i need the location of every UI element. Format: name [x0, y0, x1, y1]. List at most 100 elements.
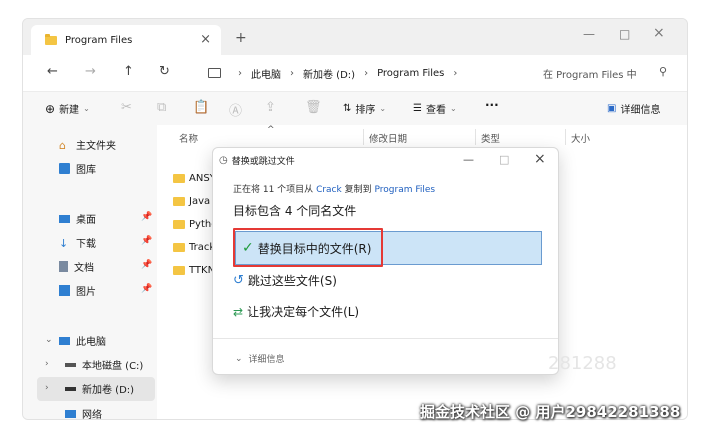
dialog-maximize-button[interactable]: □: [499, 153, 509, 166]
clock-icon: ◷: [219, 155, 228, 166]
pin-icon: 📌: [141, 260, 153, 270]
pictures-icon: [59, 285, 70, 296]
new-button[interactable]: ⊕ 新建 ⌄: [45, 101, 90, 117]
more-details-toggle[interactable]: ⌄ 详细信息: [235, 352, 285, 366]
sort-icon: ⇅: [343, 103, 352, 114]
details-pane-icon: ▣: [607, 103, 617, 114]
breadcrumb-this-pc[interactable]: 此电脑: [251, 66, 281, 81]
folder-icon: [45, 33, 57, 45]
gallery-icon: [59, 163, 70, 174]
search-input[interactable]: 在 Program Files 中 ⚲: [543, 63, 673, 83]
search-placeholder: 在 Program Files 中: [543, 69, 637, 81]
view-icon: ☰: [413, 103, 422, 114]
share-icon[interactable]: ⇪: [265, 100, 276, 115]
breadcrumb: › 此电脑 › 新加卷 (D:) › Program Files ›: [208, 66, 466, 81]
document-icon: [59, 261, 68, 272]
chevron-down-icon[interactable]: ⌄: [45, 335, 53, 345]
column-name[interactable]: 名称: [179, 131, 198, 145]
decide-each-file-option[interactable]: ⇄ 让我决定每个文件(L): [233, 303, 359, 320]
new-tab-button[interactable]: +: [235, 30, 247, 46]
up-button[interactable]: ↑: [123, 64, 134, 79]
pin-icon: 📌: [141, 212, 153, 222]
refresh-button[interactable]: ↻: [159, 64, 170, 79]
home-icon: ⌂: [59, 139, 66, 152]
pin-icon: 📌: [141, 236, 153, 246]
chevron-down-icon: ⌄: [235, 353, 243, 364]
sidebar-item-documents[interactable]: 文档: [59, 259, 94, 274]
title-bar: Program Files × + — □ ×: [23, 19, 687, 55]
source-folder-link[interactable]: Crack: [316, 185, 342, 195]
sidebar-item-drive-c[interactable]: 本地磁盘 (C:): [65, 357, 143, 372]
dialog-heading: 目标包含 4 个同名文件: [233, 204, 357, 218]
breadcrumb-program-files[interactable]: Program Files: [377, 68, 444, 79]
dialog-title-bar: ◷ 替换或跳过文件: [219, 154, 295, 167]
dialog-minimize-button[interactable]: —: [463, 153, 474, 166]
minimize-button[interactable]: —: [583, 27, 595, 41]
tab-close-icon[interactable]: ×: [200, 32, 211, 47]
sort-button[interactable]: ⇅ 排序 ⌄: [343, 101, 386, 116]
sidebar-item-gallery[interactable]: 图库: [59, 161, 96, 176]
sidebar-item-drive-d[interactable]: 新加卷 (D:): [65, 381, 134, 396]
chevron-right-icon[interactable]: ›: [45, 383, 49, 393]
sort-caret-icon: ^: [267, 125, 275, 135]
ghost-text: 281288: [548, 353, 617, 374]
rename-icon[interactable]: Ⓐ: [229, 100, 242, 119]
chevron-down-icon: ⌄: [449, 104, 457, 113]
drive-icon: [65, 386, 76, 391]
folder-icon: [173, 266, 185, 275]
folder-icon: [173, 220, 185, 229]
download-icon: ↓: [59, 237, 69, 250]
folder-icon: [173, 243, 185, 252]
file-row[interactable]: TTKN: [173, 265, 215, 276]
dialog-close-button[interactable]: ×: [534, 151, 546, 167]
column-modified[interactable]: 修改日期: [369, 131, 407, 145]
view-button[interactable]: ☰ 查看 ⌄: [413, 101, 457, 116]
address-bar: ← → ↑ ↻ › 此电脑 › 新加卷 (D:) › Program Files…: [23, 55, 687, 91]
skip-arrow-icon: ↺: [233, 273, 244, 288]
network-icon: [65, 409, 76, 418]
copy-status-text: 正在将 11 个项目从 Crack 复制到 Program Files: [233, 185, 436, 195]
column-size[interactable]: 大小: [571, 131, 590, 145]
close-window-button[interactable]: ×: [653, 25, 665, 41]
command-bar: ⊕ 新建 ⌄ ✂ ⧉ 📋 Ⓐ ⇪ 🗑 ⇅ 排序 ⌄ ☰ 查看 ⌄ ··· ▣ 详…: [23, 91, 687, 127]
pin-icon: 📌: [141, 284, 153, 294]
tab-title: Program Files: [65, 34, 133, 46]
chevron-down-icon: ⌄: [83, 104, 90, 113]
computer-icon: [59, 336, 70, 345]
tab-program-files[interactable]: Program Files ×: [31, 25, 221, 55]
details-pane-button[interactable]: ▣ 详细信息: [607, 101, 660, 116]
sidebar-item-home[interactable]: ⌂ 主文件夹: [59, 137, 116, 152]
folder-icon: [173, 174, 185, 183]
chevron-right-icon[interactable]: ›: [45, 359, 49, 369]
maximize-button[interactable]: □: [619, 27, 630, 41]
monitor-icon: [208, 67, 221, 78]
paste-icon[interactable]: 📋: [193, 100, 209, 115]
search-icon: ⚲: [658, 65, 667, 78]
drive-icon: [65, 362, 76, 367]
cut-icon[interactable]: ✂: [121, 100, 132, 115]
skip-files-option[interactable]: ↺ 跳过这些文件(S): [233, 272, 337, 289]
column-type[interactable]: 类型: [481, 131, 500, 145]
sidebar-item-pictures[interactable]: 图片: [59, 283, 96, 298]
file-row[interactable]: Java: [173, 196, 210, 207]
sidebar-item-desktop[interactable]: 桌面: [59, 211, 96, 226]
sidebar-item-downloads[interactable]: ↓ 下载: [59, 235, 96, 250]
desktop-icon: [59, 214, 70, 223]
chevron-down-icon: ⌄: [379, 104, 387, 113]
delete-icon[interactable]: 🗑: [305, 100, 322, 115]
more-button[interactable]: ···: [485, 98, 499, 112]
navigation-pane: ⌂ 主文件夹 图库 桌面 📌 ↓ 下载 📌 文档 📌 图片 📌 ⌄ 此电脑 › …: [23, 125, 157, 419]
back-button[interactable]: ←: [47, 64, 58, 79]
plus-circle-icon: ⊕: [45, 101, 56, 116]
watermark-text: 掘金技术社区 @ 用户29842281388: [420, 403, 681, 421]
sidebar-item-network[interactable]: 网络: [65, 406, 102, 419]
compare-files-icon: ⇄: [233, 304, 244, 319]
destination-folder-link[interactable]: Program Files: [375, 185, 436, 195]
breadcrumb-drive-d[interactable]: 新加卷 (D:): [303, 66, 355, 81]
highlight-annotation: [233, 228, 383, 267]
copy-icon[interactable]: ⧉: [157, 100, 166, 115]
dialog-title: 替换或跳过文件: [231, 157, 295, 167]
folder-icon: [173, 197, 185, 206]
sidebar-item-this-pc[interactable]: 此电脑: [59, 333, 106, 348]
forward-button[interactable]: →: [85, 64, 96, 79]
